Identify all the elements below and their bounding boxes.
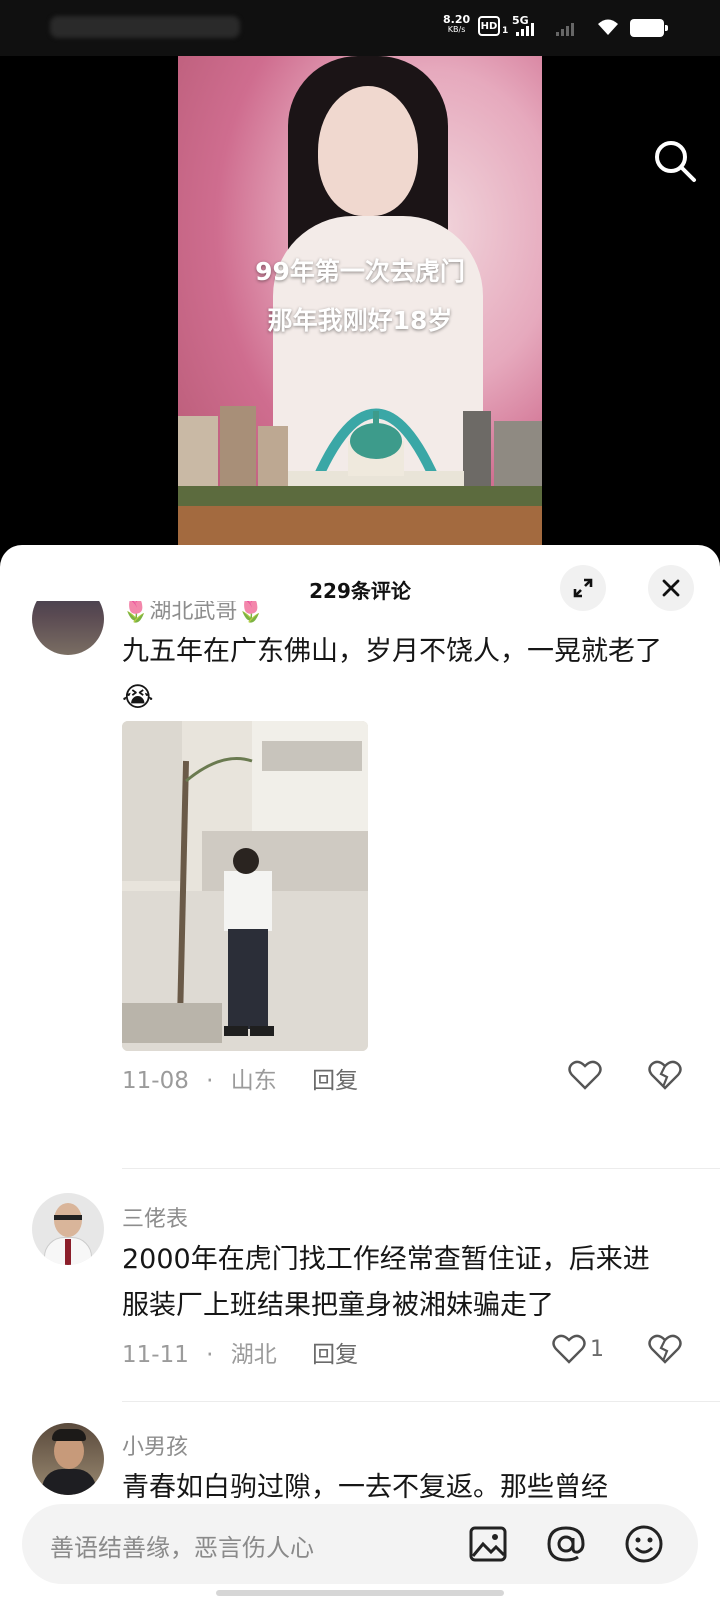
signal-strength-secondary-icon	[556, 22, 574, 36]
comment-location: 山东	[230, 1068, 277, 1094]
like-button[interactable]: 1	[552, 1333, 604, 1365]
comment-date: 11-08	[122, 1068, 189, 1094]
network-speed: 8.20 KB/s	[443, 14, 470, 35]
avatar[interactable]	[32, 1193, 104, 1265]
avatar[interactable]	[32, 601, 104, 655]
comment-meta: 11-08 · 山东 回复	[122, 1068, 359, 1094]
dislike-broken-heart-icon[interactable]	[648, 1333, 682, 1365]
comment-photo[interactable]	[122, 721, 368, 1051]
network-speed-unit: KB/s	[447, 25, 466, 34]
comment-text: 2000年在虎门找工作经常查暂住证，后来进服装厂上班结果把童身被湘妹骗走了	[122, 1244, 650, 1321]
video-player[interactable]: 99年第一次去虎门 那年我刚好18岁	[0, 56, 720, 566]
reply-button[interactable]: 回复	[312, 1068, 358, 1094]
comment-meta: 11-11 · 湖北 回复	[122, 1342, 359, 1368]
video-caption-line-2: 那年我刚好18岁	[267, 306, 453, 335]
search-icon[interactable]	[652, 138, 698, 184]
network-speed-value: 8.20	[443, 13, 471, 26]
expand-icon	[573, 578, 593, 598]
like-count: 1	[590, 1336, 604, 1362]
heart-icon	[568, 1060, 602, 1090]
avatar[interactable]	[32, 1423, 104, 1495]
comment-photo-image	[122, 721, 368, 1051]
comments-panel: 229条评论 🌷湖北武哥🌷 九五年在广东佛山，岁月不饶人，一晃就老了😭 11-0…	[0, 545, 720, 1600]
video-thumbnail: 99年第一次去虎门 那年我刚好18岁	[178, 56, 542, 546]
comment-input-bar[interactable]: 善语结善缘，恶言伤人心	[22, 1504, 698, 1584]
comment-username[interactable]: 小男孩	[122, 1429, 188, 1461]
at-icon[interactable]	[544, 1522, 588, 1566]
cityscape-image	[178, 406, 542, 506]
comment-username[interactable]: 🌷湖北武哥🌷	[122, 601, 265, 625]
emoji-icon[interactable]	[622, 1522, 666, 1566]
comments-list[interactable]: 🌷湖北武哥🌷 九五年在广东佛山，岁月不饶人，一晃就老了😭 11-08 · 山东 …	[0, 601, 720, 1541]
comment-text: 九五年在广东佛山，岁月不饶人，一晃就老了😭	[122, 636, 662, 713]
status-bar: 8.20 KB/s HD 1 5G	[0, 0, 720, 56]
hd-indicator: HD	[478, 16, 500, 36]
close-icon	[662, 579, 680, 597]
image-icon[interactable]	[466, 1522, 510, 1566]
status-bar-app-icons	[50, 16, 240, 38]
comment-location: 湖北	[230, 1342, 277, 1368]
reply-button[interactable]: 回复	[312, 1342, 358, 1368]
like-button[interactable]	[568, 1059, 606, 1091]
comment-item: 三佬表 2000年在虎门找工作经常查暂住证，后来进服装厂上班结果把童身被湘妹骗走…	[0, 1193, 720, 1393]
comment-date: 11-11	[122, 1342, 189, 1368]
comment-item: 🌷湖北武哥🌷 九五年在广东佛山，岁月不饶人，一晃就老了😭 11-08 · 山东 …	[0, 601, 720, 1123]
wifi-icon	[598, 19, 618, 35]
hd-sub-label: 1	[502, 26, 509, 36]
signal-strength-icon	[516, 22, 534, 36]
battery-icon	[630, 19, 668, 37]
comment-divider	[122, 1401, 720, 1402]
comment-divider	[122, 1168, 720, 1169]
heart-icon	[552, 1334, 586, 1364]
hd-label: HD	[480, 20, 498, 32]
home-indicator[interactable]	[216, 1590, 504, 1596]
comment-input-placeholder[interactable]: 善语结善缘，恶言伤人心	[50, 1528, 314, 1563]
dislike-broken-heart-icon[interactable]	[648, 1059, 682, 1091]
comments-count-title: 229条评论	[309, 579, 411, 603]
video-caption-line-1: 99年第一次去虎门	[255, 257, 465, 286]
comment-username[interactable]: 三佬表	[122, 1201, 188, 1233]
